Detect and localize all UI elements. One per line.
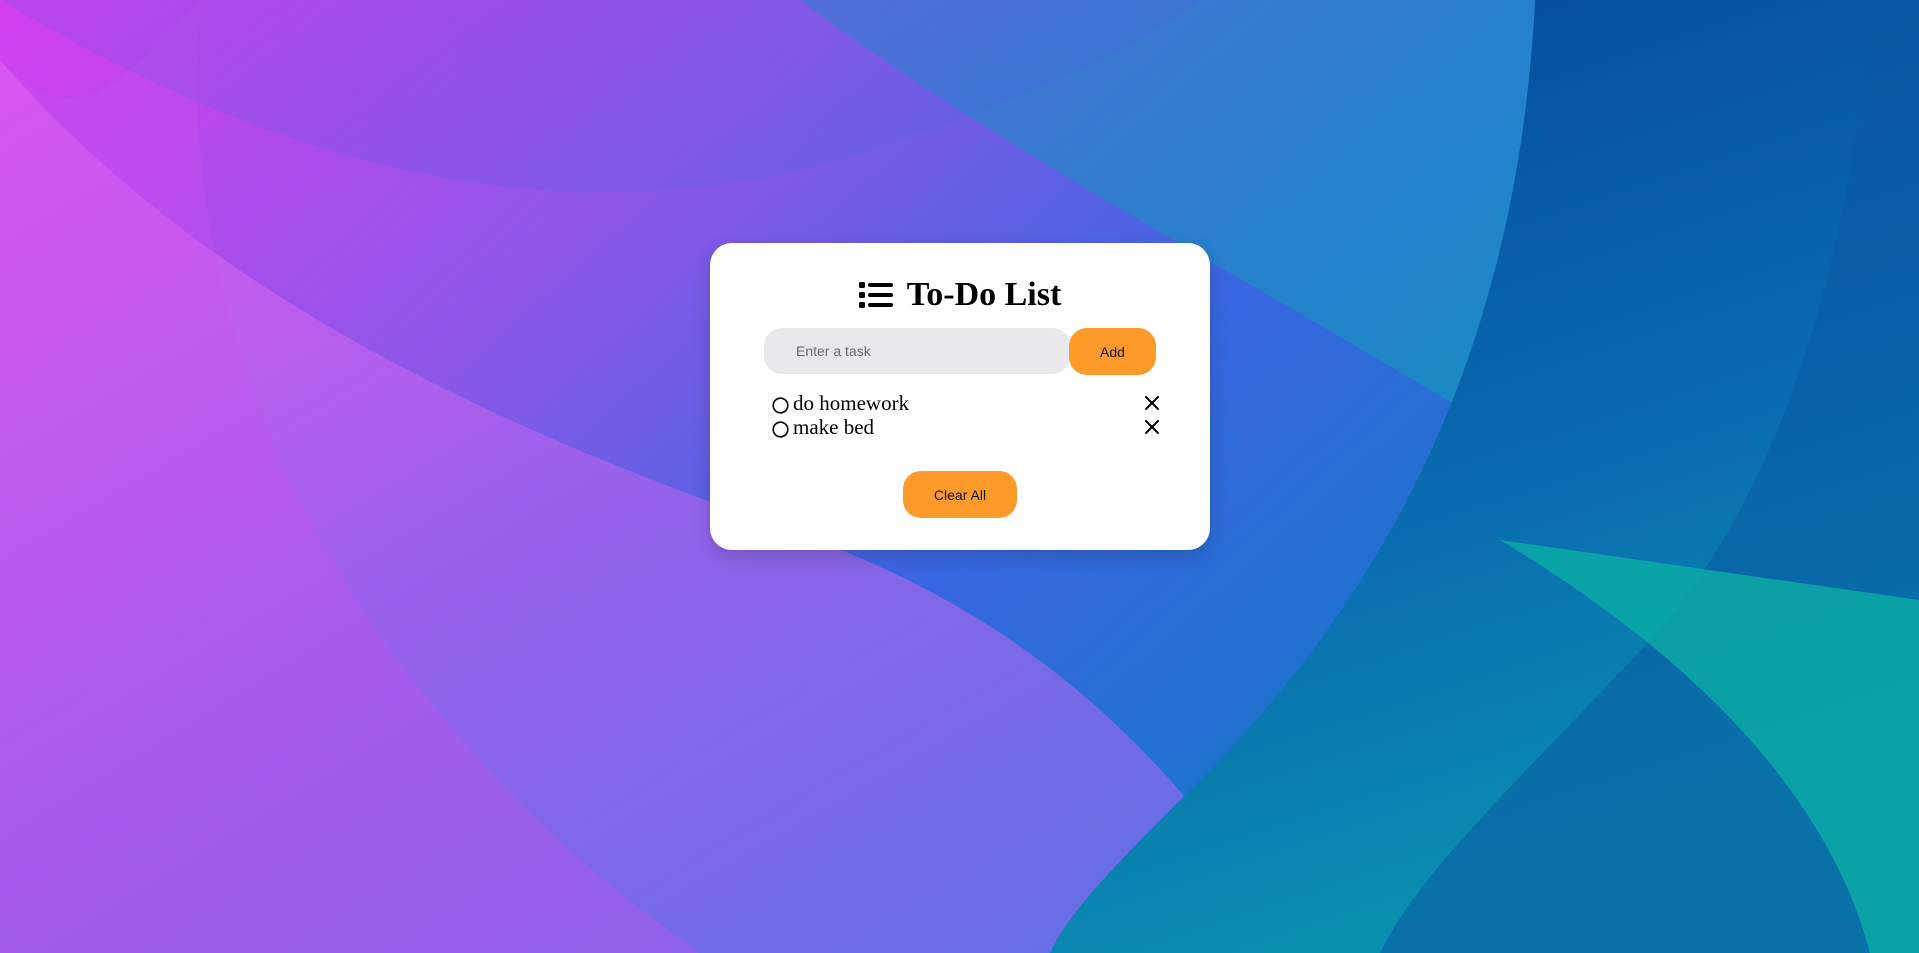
list-item[interactable]: make bed — [772, 415, 1162, 439]
x-icon[interactable] — [1142, 417, 1162, 437]
x-icon[interactable] — [1142, 393, 1162, 413]
task-input[interactable] — [764, 328, 1070, 374]
todo-card: To-Do List Add do homework mak — [710, 243, 1210, 550]
list-item[interactable]: do homework — [772, 391, 1162, 415]
task-list: do homework make bed — [772, 391, 1162, 439]
task-text: make bed — [793, 415, 875, 439]
circle-icon[interactable] — [772, 395, 789, 414]
clear-all-button[interactable]: Clear All — [903, 471, 1017, 518]
list-icon — [858, 280, 893, 310]
add-button[interactable]: Add — [1069, 328, 1156, 375]
circle-icon[interactable] — [772, 419, 789, 438]
header: To-Do List — [710, 273, 1210, 317]
task-text: do homework — [793, 391, 910, 415]
page-title: To-Do List — [906, 276, 1062, 313]
